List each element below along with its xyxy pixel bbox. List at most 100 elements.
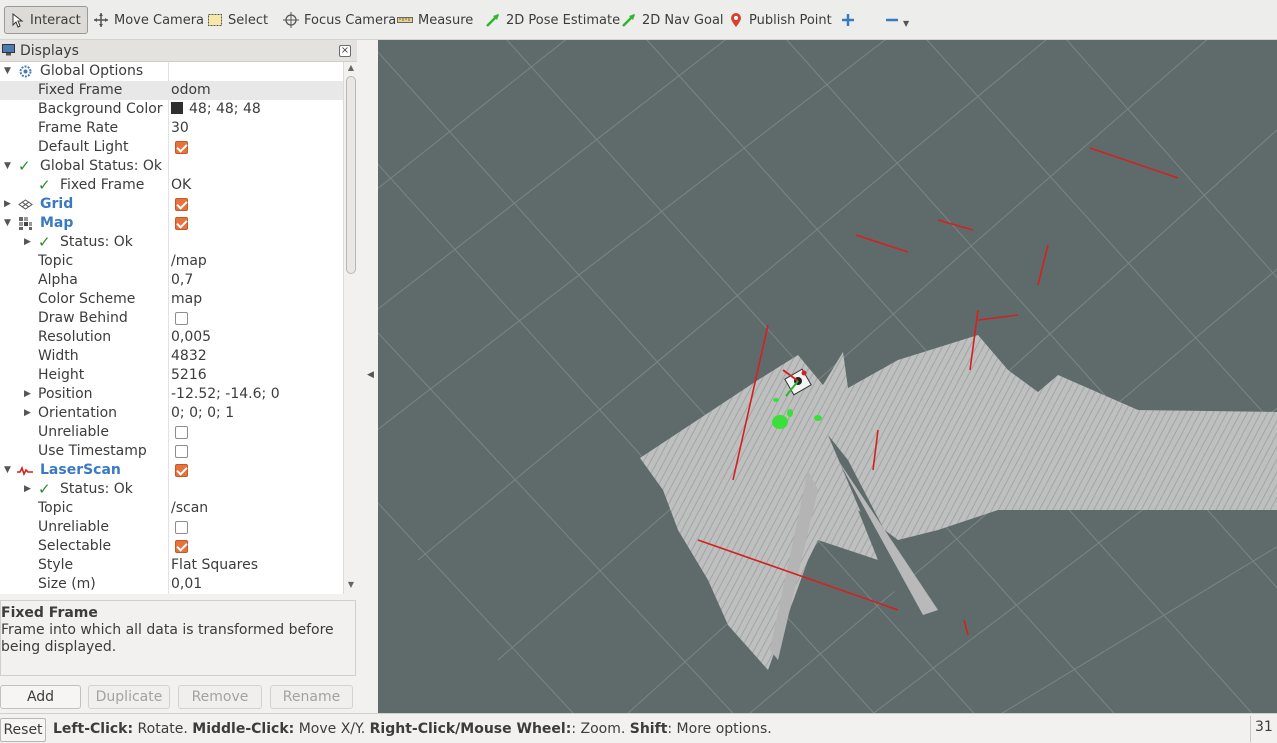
tree-row-map-alpha[interactable]: Alpha 0,7	[0, 271, 343, 290]
tree-row-ls-unreliable[interactable]: Unreliable	[0, 518, 343, 537]
2d-pose-estimate-tool[interactable]: 2D Pose Estimate	[485, 6, 620, 34]
tree-label: Fixed Frame	[38, 82, 123, 98]
unreliable-checkbox[interactable]	[175, 521, 188, 534]
use-timestamp-checkbox[interactable]	[175, 445, 188, 458]
scroll-up-icon[interactable]: ▲	[346, 63, 356, 72]
add-tool-button[interactable]	[840, 6, 861, 34]
plus-icon	[840, 12, 856, 28]
alpha-value[interactable]: 0,7	[171, 271, 193, 290]
focus-camera-tool[interactable]: Focus Camera	[283, 6, 396, 34]
tree-row-frame-rate[interactable]: Frame Rate 30	[0, 119, 343, 138]
tree-row-global-options[interactable]: ▼ Global Options	[0, 62, 343, 81]
3d-viewport[interactable]	[378, 40, 1277, 713]
frame-rate-value[interactable]: 30	[171, 119, 189, 138]
remove-tool-button[interactable]: ▼	[884, 6, 909, 34]
reset-button[interactable]: Reset	[0, 718, 46, 742]
collapse-left-icon[interactable]: ◀	[367, 370, 374, 380]
scrollbar-thumb[interactable]	[346, 76, 356, 274]
occupancy-map	[640, 335, 1277, 670]
expand-arrow-icon[interactable]: ▶	[4, 195, 14, 214]
tree-row-global-status[interactable]: ▼ ✓ Global Status: Ok	[0, 157, 343, 176]
tree-row-map-orientation[interactable]: ▶ Orientation 0; 0; 0; 1	[0, 404, 343, 423]
tree-label: Topic	[38, 500, 74, 516]
tree-label: Orientation	[38, 405, 118, 421]
tree-row-map-color-scheme[interactable]: Color Scheme map	[0, 290, 343, 309]
tree-row-fixed-frame[interactable]: Fixed Frame odom	[0, 81, 343, 100]
color-scheme-value[interactable]: map	[171, 290, 202, 309]
tree-label: Global Status: Ok	[40, 158, 163, 174]
scroll-down-icon[interactable]: ▼	[346, 580, 356, 589]
tree-row-default-light[interactable]: Default Light	[0, 138, 343, 157]
draw-behind-checkbox[interactable]	[175, 312, 188, 325]
publish-point-tool[interactable]: Publish Point	[728, 6, 832, 34]
render-scene	[378, 40, 1277, 713]
tree-row-map-status[interactable]: ▶ ✓ Status: Ok	[0, 233, 343, 252]
green-arrow-icon	[485, 12, 501, 28]
move-camera-tool[interactable]: Move Camera	[93, 6, 204, 34]
tree-row-map-resolution[interactable]: Resolution 0,005	[0, 328, 343, 347]
description-text: Frame into which all data is transformed…	[1, 622, 334, 655]
duplicate-button[interactable]: Duplicate	[88, 685, 170, 709]
panel-splitter[interactable]: ◀	[357, 40, 378, 713]
grid-checkbox[interactable]	[175, 198, 188, 211]
tree-row-ls-topic[interactable]: Topic /scan	[0, 499, 343, 518]
tree-row-ls-status[interactable]: ▶ ✓ Status: Ok	[0, 480, 343, 499]
tree-row-background-color[interactable]: Background Color 48; 48; 48	[0, 100, 343, 119]
displays-header: Displays ×	[0, 40, 357, 62]
tree-row-map-use-timestamp[interactable]: Use Timestamp	[0, 442, 343, 461]
tree-row-map-width[interactable]: Width 4832	[0, 347, 343, 366]
grid-icon	[18, 197, 34, 212]
tree-row-map-draw-behind[interactable]: Draw Behind	[0, 309, 343, 328]
style-value[interactable]: Flat Squares	[171, 556, 258, 575]
default-light-checkbox[interactable]	[175, 141, 188, 154]
map-pin-icon	[728, 12, 744, 28]
unreliable-checkbox[interactable]	[175, 426, 188, 439]
selectable-checkbox[interactable]	[175, 540, 188, 553]
fixed-frame-value[interactable]: odom	[171, 81, 211, 100]
topic-value[interactable]: /map	[171, 252, 207, 271]
remove-button[interactable]: Remove	[178, 685, 262, 709]
tree-label: Background Color	[38, 101, 163, 117]
close-icon[interactable]: ×	[339, 45, 351, 57]
tree-label: Style	[38, 557, 74, 573]
expand-arrow-icon[interactable]: ▶	[24, 404, 34, 423]
tree-row-map-height[interactable]: Height 5216	[0, 366, 343, 385]
status-bar: Reset Left-Click: Rotate. Middle-Click: …	[0, 713, 1277, 743]
tree-row-map[interactable]: ▼ Map	[0, 214, 343, 233]
tree-row-map-topic[interactable]: Topic /map	[0, 252, 343, 271]
select-tool[interactable]: Select	[207, 6, 268, 34]
tree-row-laserscan[interactable]: ▼ LaserScan	[0, 461, 343, 480]
tree-row-ls-selectable[interactable]: Selectable	[0, 537, 343, 556]
map-checkbox[interactable]	[175, 217, 188, 230]
topic-value[interactable]: /scan	[171, 499, 208, 518]
collapse-arrow-icon[interactable]: ▼	[4, 157, 14, 176]
size-value[interactable]: 0,01	[171, 575, 202, 594]
expand-arrow-icon[interactable]: ▶	[24, 385, 34, 404]
tree-label: Frame Rate	[38, 120, 119, 136]
tree-row-ls-style[interactable]: Style Flat Squares	[0, 556, 343, 575]
tree-scrollbar[interactable]: ▲ ▼	[343, 62, 357, 594]
collapse-arrow-icon[interactable]: ▼	[4, 214, 14, 233]
add-button[interactable]: Add	[0, 685, 81, 709]
tree-label: Status: Ok	[60, 234, 133, 250]
rename-button[interactable]: Rename	[270, 685, 353, 709]
collapse-arrow-icon[interactable]: ▼	[4, 461, 14, 480]
status-help-text: Left-Click: Rotate. Middle-Click: Move X…	[53, 721, 772, 737]
tree-row-ls-size[interactable]: Size (m) 0,01	[0, 575, 343, 594]
interact-tool[interactable]: Interact	[4, 6, 88, 34]
orientation-value: 0; 0; 0; 1	[171, 405, 235, 421]
fps-counter: 31	[1250, 716, 1277, 742]
tree-row-map-position[interactable]: ▶ Position -12.52; -14.6; 0	[0, 385, 343, 404]
expand-arrow-icon[interactable]: ▶	[24, 233, 34, 252]
2d-nav-goal-tool[interactable]: 2D Nav Goal	[621, 6, 724, 34]
laserscan-checkbox[interactable]	[175, 464, 188, 477]
tree-row-grid[interactable]: ▶ Grid	[0, 195, 343, 214]
tree-row-status-fixed-frame[interactable]: ✓ Fixed Frame OK	[0, 176, 343, 195]
measure-tool[interactable]: Measure	[397, 6, 473, 34]
status-value: OK	[171, 177, 192, 193]
tree-row-map-unreliable[interactable]: Unreliable	[0, 423, 343, 442]
background-color-value[interactable]: 48; 48; 48	[171, 100, 261, 119]
expand-arrow-icon[interactable]: ▶	[24, 480, 34, 499]
collapse-arrow-icon[interactable]: ▼	[4, 62, 14, 81]
tree-label: Resolution	[38, 329, 112, 345]
